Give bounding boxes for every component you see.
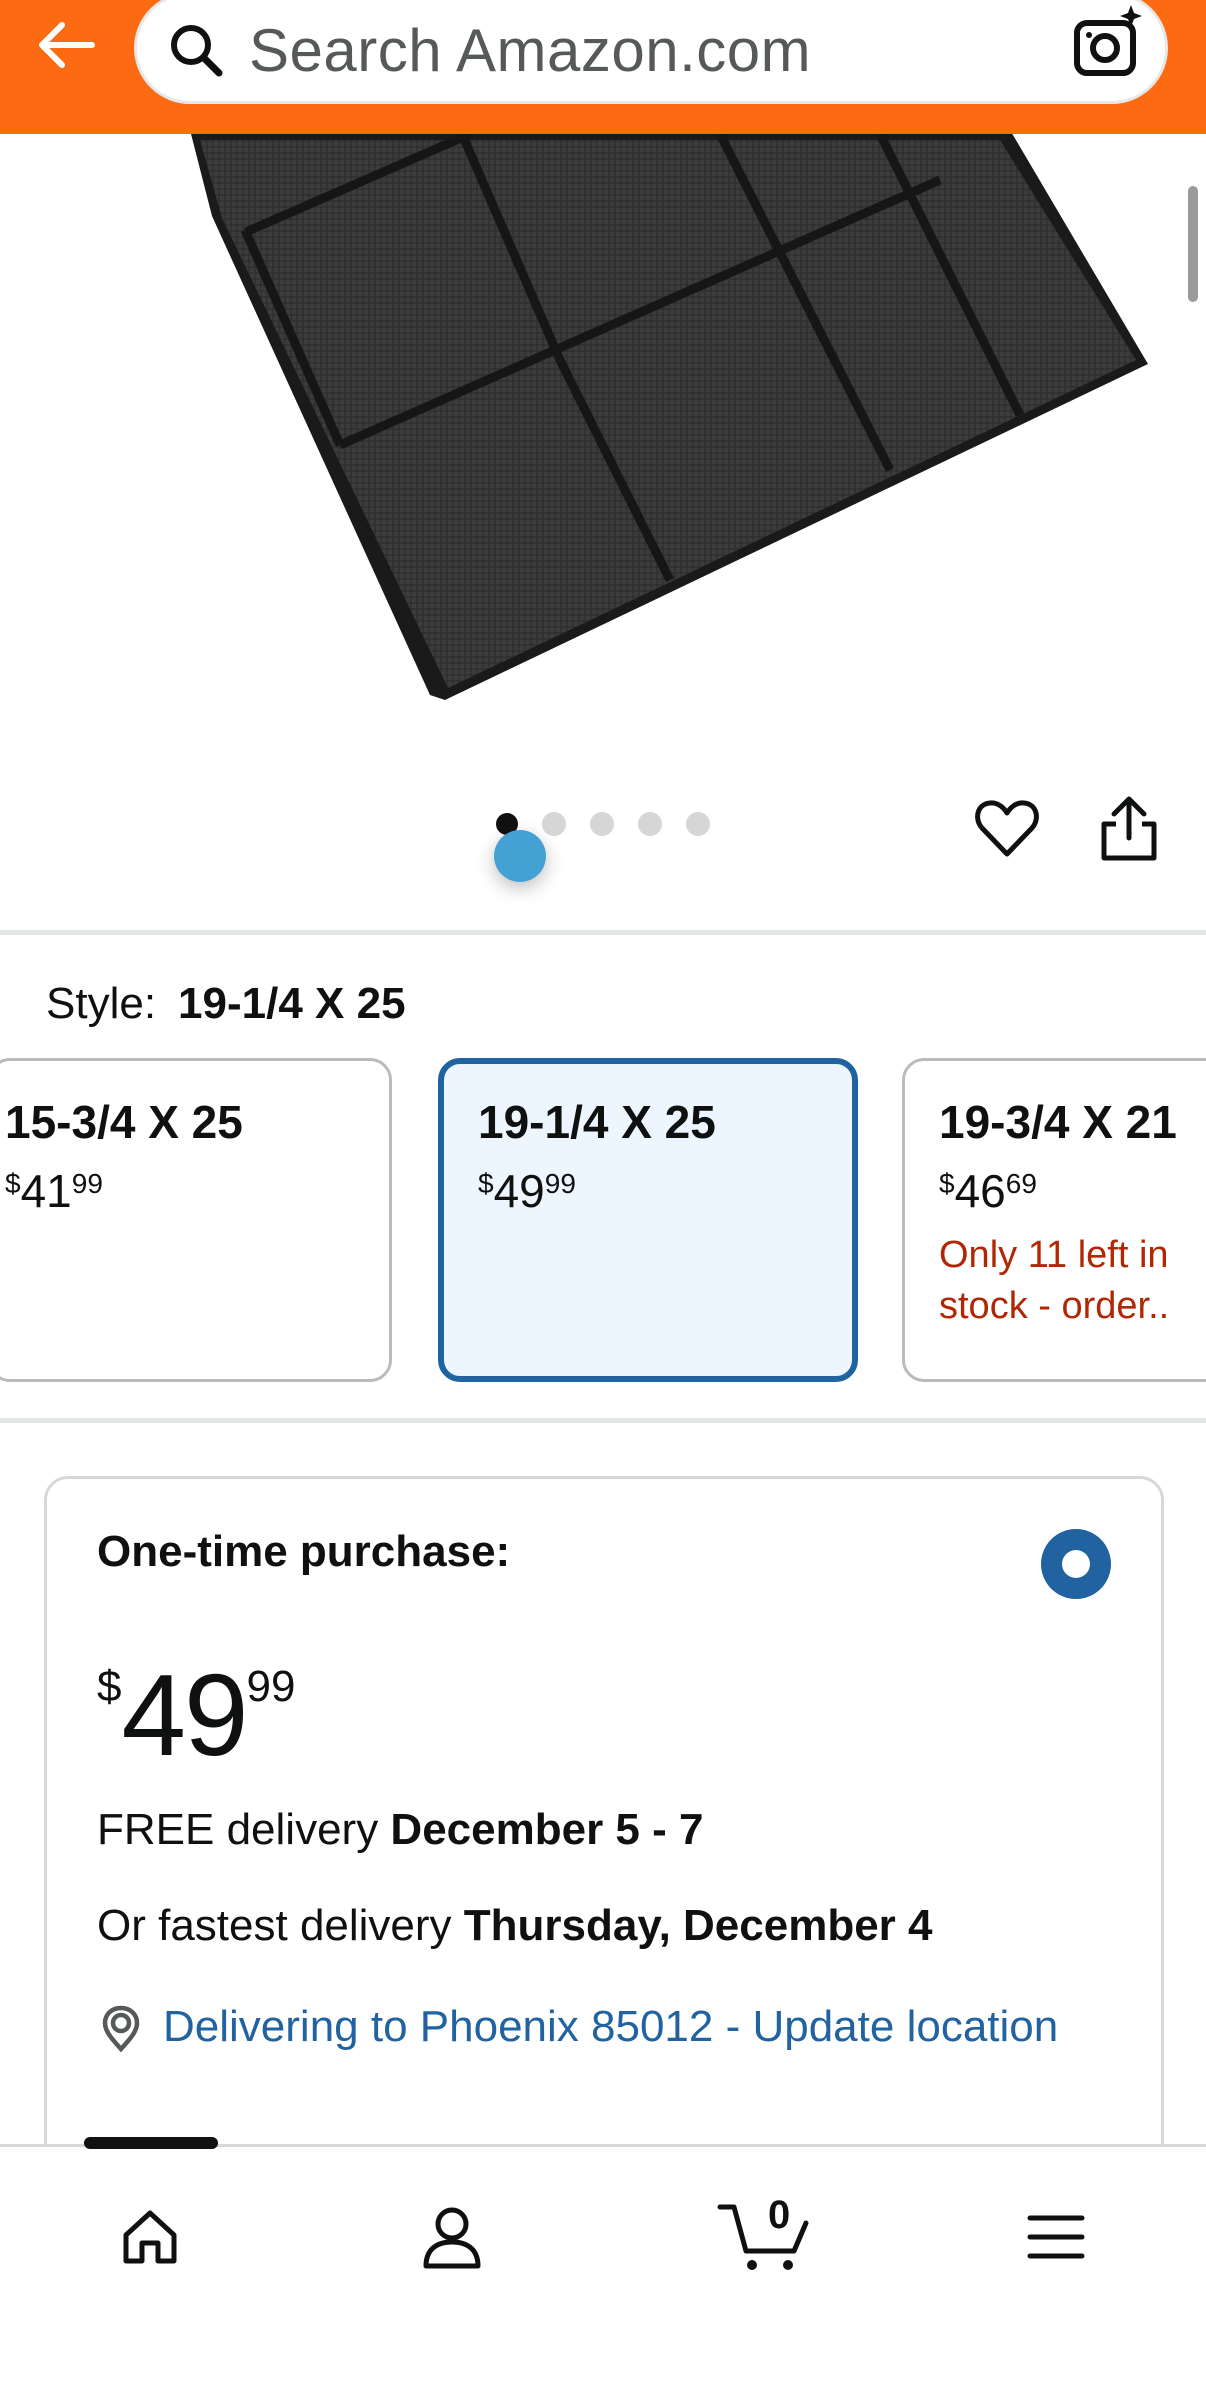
- style-option[interactable]: 15-3/4 X 25 $4199: [0, 1058, 392, 1382]
- purchase-option-title: One-time purchase:: [97, 1527, 511, 1576]
- product-image[interactable]: [0, 134, 1206, 774]
- style-option-name: 19-3/4 X 21: [939, 1096, 1177, 1148]
- style-label-text: Style:: [46, 979, 157, 1028]
- nav-menu[interactable]: [1006, 2187, 1106, 2287]
- home-icon: [123, 2210, 177, 2264]
- location-pin-icon: [102, 2005, 140, 2053]
- search-bar[interactable]: Search Amazon.com: [134, 0, 1168, 104]
- style-option-name: 19-1/4 X 25: [478, 1096, 716, 1148]
- style-option-price: $4669: [939, 1165, 1037, 1218]
- touch-indicator: [494, 830, 546, 882]
- back-arrow-icon: [39, 22, 95, 68]
- free-delivery-info: FREE delivery December 5 - 7: [97, 1805, 704, 1854]
- hamburger-menu-icon: [1027, 2215, 1085, 2259]
- style-option-selected[interactable]: 19-1/4 X 25 $4999: [438, 1058, 858, 1382]
- carousel-dot[interactable]: [686, 812, 710, 836]
- section-divider: [0, 930, 1206, 935]
- bottom-navigation: 0: [0, 2137, 1206, 2390]
- share-icon[interactable]: [1096, 794, 1162, 864]
- purchase-radio-selected[interactable]: [1041, 1529, 1111, 1599]
- style-option[interactable]: 19-3/4 X 21 $4669 Only 11 left in stock …: [902, 1058, 1206, 1382]
- style-label: Style: 19-1/4 X 25: [46, 978, 406, 1031]
- one-time-purchase-card[interactable]: One-time purchase: $4999 FREE delivery D…: [44, 1476, 1164, 2196]
- image-scrollbar[interactable]: [1188, 186, 1198, 302]
- cart-count-badge: 0: [768, 2193, 791, 2237]
- search-input[interactable]: Search Amazon.com: [249, 15, 811, 87]
- carousel-dot[interactable]: [590, 812, 614, 836]
- person-icon: [423, 2207, 481, 2269]
- nav-home[interactable]: [100, 2187, 200, 2287]
- cart-icon: [717, 2204, 809, 2270]
- carousel-dot[interactable]: [542, 812, 566, 836]
- style-option-price: $4199: [5, 1165, 103, 1218]
- active-tab-indicator: [84, 2137, 218, 2149]
- style-option-price: $4999: [478, 1165, 576, 1218]
- location-text[interactable]: Delivering to Phoenix 85012 - Update loc…: [163, 1997, 1063, 2056]
- nav-account[interactable]: [402, 2187, 502, 2287]
- style-option-name: 15-3/4 X 25: [5, 1096, 243, 1148]
- section-divider: [0, 1418, 1206, 1423]
- top-header: Search Amazon.com: [0, 0, 1206, 134]
- back-button[interactable]: [30, 10, 100, 80]
- price: $4999: [97, 1650, 296, 1780]
- low-stock-warning: Only 11 left in stock - order..: [939, 1234, 1170, 1328]
- camera-search-icon[interactable]: [1067, 1, 1151, 85]
- style-selected-value: 19-1/4 X 25: [178, 979, 406, 1028]
- heart-icon[interactable]: [974, 796, 1040, 862]
- carousel-dot[interactable]: [638, 812, 662, 836]
- air-filter-image: [191, 134, 1148, 700]
- search-icon: [171, 25, 223, 77]
- nav-cart[interactable]: 0: [706, 2187, 826, 2287]
- fastest-delivery-info: Or fastest delivery Thursday, December 4: [97, 1901, 933, 1950]
